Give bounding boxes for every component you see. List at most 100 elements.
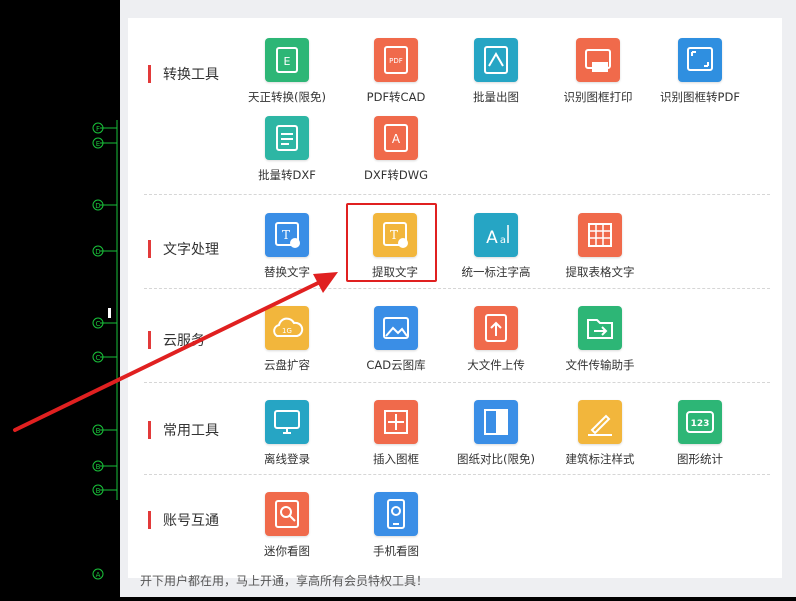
graphic-stats-icon: 123 bbox=[678, 400, 722, 444]
tool-batch-plot[interactable]: 批量出图 bbox=[441, 38, 551, 105]
cloud-expand-icon: 1G bbox=[265, 306, 309, 350]
tool-label: 天正转换(限免) bbox=[248, 90, 326, 104]
tool-label: 迷你看图 bbox=[264, 544, 310, 558]
tool-label: 文件传输助手 bbox=[565, 358, 635, 372]
category-label: 云服务 bbox=[163, 333, 205, 349]
arch-dim-style-icon bbox=[578, 400, 622, 444]
tool-graphic-stats[interactable]: 123 图形统计 bbox=[645, 400, 755, 467]
tool-frame-print[interactable]: 识别图框打印 bbox=[543, 38, 653, 105]
axis-label: D bbox=[95, 248, 100, 256]
axis-label: B bbox=[96, 427, 101, 435]
category-text-processing: 文字处理 bbox=[148, 239, 219, 259]
tool-cad-gallery[interactable]: CAD云图库 bbox=[341, 306, 451, 373]
tool-arch-dim-style[interactable]: 建筑标注样式 bbox=[545, 400, 655, 467]
tool-offline-login[interactable]: 离线登录 bbox=[232, 400, 342, 467]
category-marker bbox=[148, 511, 151, 529]
category-convert-tools: 转换工具 bbox=[148, 64, 219, 84]
tool-batch-dxf[interactable]: 批量转DXF bbox=[232, 116, 342, 183]
tool-mobile-viewer[interactable]: 手机看图 bbox=[341, 492, 451, 559]
tool-label: 离线登录 bbox=[264, 452, 310, 466]
tianzheng-convert-icon: E bbox=[265, 38, 309, 82]
tool-replace-text[interactable]: T 替换文字 bbox=[232, 213, 342, 280]
category-marker bbox=[148, 421, 151, 439]
membership-note: 开下用户都在用，马上开通，享高所有会员特权工具！ bbox=[140, 574, 429, 588]
tool-insert-frame[interactable]: 插入图框 bbox=[341, 400, 451, 467]
tool-drawing-compare[interactable]: 图纸对比(限免) bbox=[441, 400, 551, 467]
tool-frame-to-pdf[interactable]: 识别图框转PDF bbox=[645, 38, 755, 105]
mobile-viewer-icon bbox=[374, 492, 418, 536]
tool-label: 手机看图 bbox=[373, 544, 419, 558]
tool-label: 识别图框打印 bbox=[563, 90, 633, 104]
svg-text:T: T bbox=[282, 228, 290, 242]
cad-drawing-canvas[interactable]: F E D D C C B B B A bbox=[0, 0, 120, 597]
svg-text:a: a bbox=[500, 235, 506, 246]
category-common-tools: 常用工具 bbox=[148, 420, 219, 440]
section-divider bbox=[144, 382, 770, 383]
tool-label: 大文件上传 bbox=[467, 358, 525, 372]
highlight-box bbox=[346, 203, 437, 282]
svg-text:PDF: PDF bbox=[389, 57, 403, 65]
batch-dxf-icon bbox=[265, 116, 309, 160]
category-cloud-service: 云服务 bbox=[148, 330, 205, 350]
tool-label: 提取表格文字 bbox=[565, 265, 635, 279]
tool-large-upload[interactable]: 大文件上传 bbox=[441, 306, 551, 373]
axis-label: C bbox=[96, 354, 101, 362]
offline-login-icon bbox=[265, 400, 309, 444]
tool-label: 替换文字 bbox=[264, 265, 310, 279]
category-label: 常用工具 bbox=[163, 423, 219, 439]
axis-label: B bbox=[96, 487, 101, 495]
dxf-to-dwg-icon: A bbox=[374, 116, 418, 160]
section-divider bbox=[144, 288, 770, 289]
tool-label: CAD云图库 bbox=[366, 358, 426, 372]
tool-label: 批量出图 bbox=[473, 90, 519, 104]
category-marker bbox=[148, 331, 151, 349]
tool-dxf-to-dwg[interactable]: A DXF转DWG bbox=[341, 116, 451, 183]
category-marker bbox=[148, 65, 151, 83]
unify-text-height-icon: Aa bbox=[474, 213, 518, 257]
tool-label: 统一标注字高 bbox=[461, 265, 531, 279]
extract-table-text-icon bbox=[578, 213, 622, 257]
axis-label: C bbox=[96, 320, 101, 328]
insert-frame-icon bbox=[374, 400, 418, 444]
batch-plot-icon bbox=[474, 38, 518, 82]
frame-print-icon bbox=[576, 38, 620, 82]
svg-text:1G: 1G bbox=[282, 327, 292, 335]
replace-text-icon: T bbox=[265, 213, 309, 257]
svg-text:123: 123 bbox=[691, 419, 710, 429]
tool-label: PDF转CAD bbox=[366, 90, 426, 104]
mini-viewer-icon bbox=[265, 492, 309, 536]
axis-label: D bbox=[95, 202, 100, 210]
tools-card: 转换工具 E 天正转换(限免) PDF PDF转CAD 批量出图 识别图框打印 bbox=[128, 18, 782, 578]
cad-gallery-icon bbox=[374, 306, 418, 350]
frame-to-pdf-icon bbox=[678, 38, 722, 82]
tool-label: 批量转DXF bbox=[258, 168, 316, 182]
tool-label: 图纸对比(限免) bbox=[457, 452, 535, 466]
tool-label: 插入图框 bbox=[373, 452, 419, 466]
axis-label: E bbox=[96, 140, 100, 148]
svg-text:A: A bbox=[392, 132, 401, 146]
file-transfer-icon bbox=[578, 306, 622, 350]
drawing-compare-icon bbox=[474, 400, 518, 444]
tool-extract-table-text[interactable]: 提取表格文字 bbox=[545, 213, 655, 280]
category-account-sync: 账号互通 bbox=[148, 510, 219, 530]
category-label: 文字处理 bbox=[163, 242, 219, 258]
tool-file-transfer[interactable]: 文件传输助手 bbox=[545, 306, 655, 373]
tool-label: 建筑标注样式 bbox=[565, 452, 635, 466]
svg-text:A: A bbox=[486, 228, 498, 248]
tool-label: 云盘扩容 bbox=[264, 358, 310, 372]
category-label: 账号互通 bbox=[163, 513, 219, 529]
category-label: 转换工具 bbox=[163, 67, 219, 83]
tool-unify-text-height[interactable]: Aa 统一标注字高 bbox=[441, 213, 551, 280]
cad-axis-drawing: F E D D C C B B B A bbox=[92, 120, 118, 580]
tool-label: 识别图框转PDF bbox=[660, 90, 740, 104]
tool-cloud-expand[interactable]: 1G 云盘扩容 bbox=[232, 306, 342, 373]
tool-pdf-to-cad[interactable]: PDF PDF转CAD bbox=[341, 38, 451, 105]
category-marker bbox=[148, 240, 151, 258]
tool-mini-viewer[interactable]: 迷你看图 bbox=[232, 492, 342, 559]
tool-label: 图形统计 bbox=[677, 452, 723, 466]
axis-label: F bbox=[96, 125, 100, 133]
pdf-to-cad-icon: PDF bbox=[374, 38, 418, 82]
large-upload-icon bbox=[474, 306, 518, 350]
tool-tianzheng-convert[interactable]: E 天正转换(限免) bbox=[232, 38, 342, 105]
svg-text:E: E bbox=[284, 55, 291, 68]
